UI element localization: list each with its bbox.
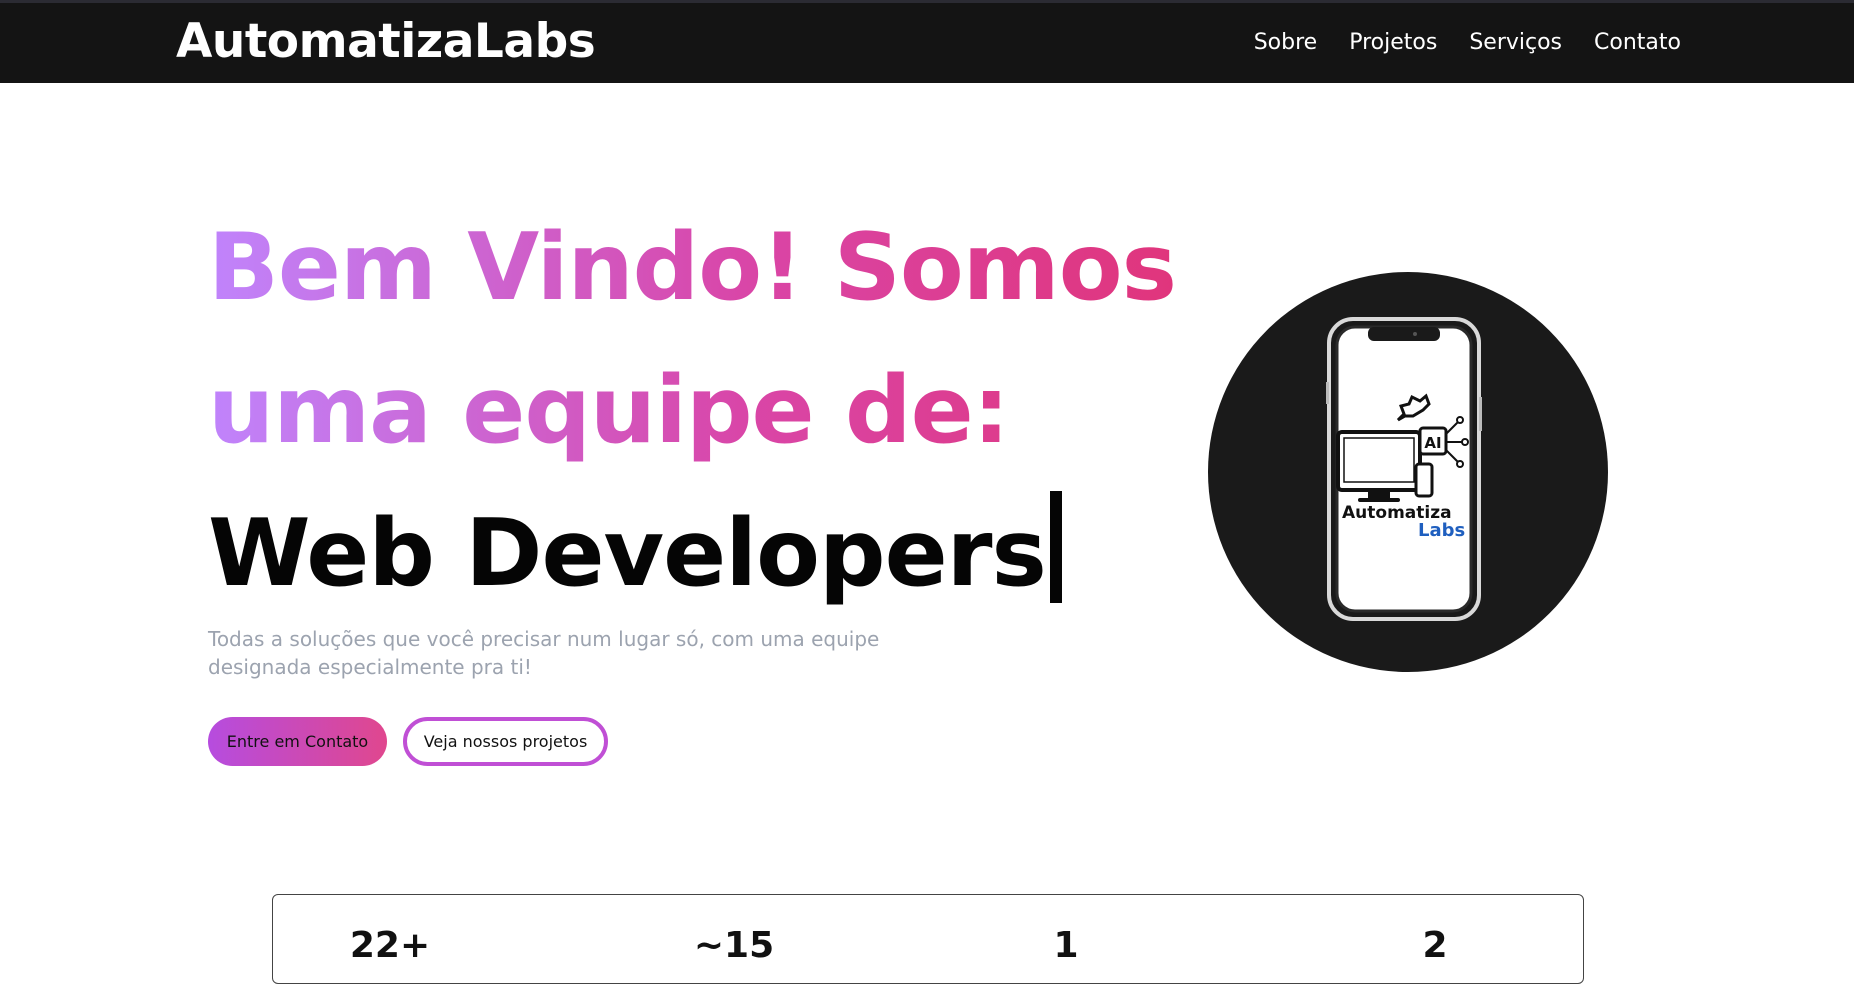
hero-title-line-1: Bem Vindo! Somos xyxy=(208,196,1177,339)
stat-value-2: ~15 xyxy=(693,925,775,966)
nav-link-contato[interactable]: Contato xyxy=(1594,30,1681,55)
logo-text-line-2: Labs xyxy=(1418,520,1465,541)
hero-title: Bem Vindo! Somos uma equipe de: Web Deve… xyxy=(208,196,1177,625)
nav-link-projetos[interactable]: Projetos xyxy=(1349,30,1437,55)
nav-links: Sobre Projetos Serviços Contato xyxy=(1254,30,1681,55)
stat-value-4: 2 xyxy=(1422,925,1448,966)
text-cursor xyxy=(1049,491,1062,603)
logo-circle: AI Automatiza Labs xyxy=(1208,272,1608,672)
typed-text: Web Developers xyxy=(208,499,1047,607)
nav-link-servicos[interactable]: Serviços xyxy=(1469,30,1562,55)
stat-value-1: 22+ xyxy=(349,925,431,966)
stats-panel: 22+ ~15 1 2 xyxy=(272,894,1584,984)
logo-chip-label: AI xyxy=(1424,434,1441,452)
navbar: AutomatizaLabs Sobre Projetos Serviços C… xyxy=(0,0,1854,83)
nav-link-sobre[interactable]: Sobre xyxy=(1254,30,1318,55)
brand-logo-text[interactable]: AutomatizaLabs xyxy=(176,14,596,69)
typed-text-line: Web Developers xyxy=(208,482,1176,625)
phone-computer-ai-logo-icon: AI Automatiza Labs xyxy=(1326,317,1482,621)
view-projects-button[interactable]: Veja nossos projetos xyxy=(403,717,608,766)
hero-title-line-2: uma equipe de: xyxy=(208,339,1176,482)
stat-value-3: 1 xyxy=(1053,925,1079,966)
contact-button[interactable]: Entre em Contato xyxy=(208,717,387,766)
hero-subtitle: Todas a soluções que você precisar num l… xyxy=(208,627,880,679)
